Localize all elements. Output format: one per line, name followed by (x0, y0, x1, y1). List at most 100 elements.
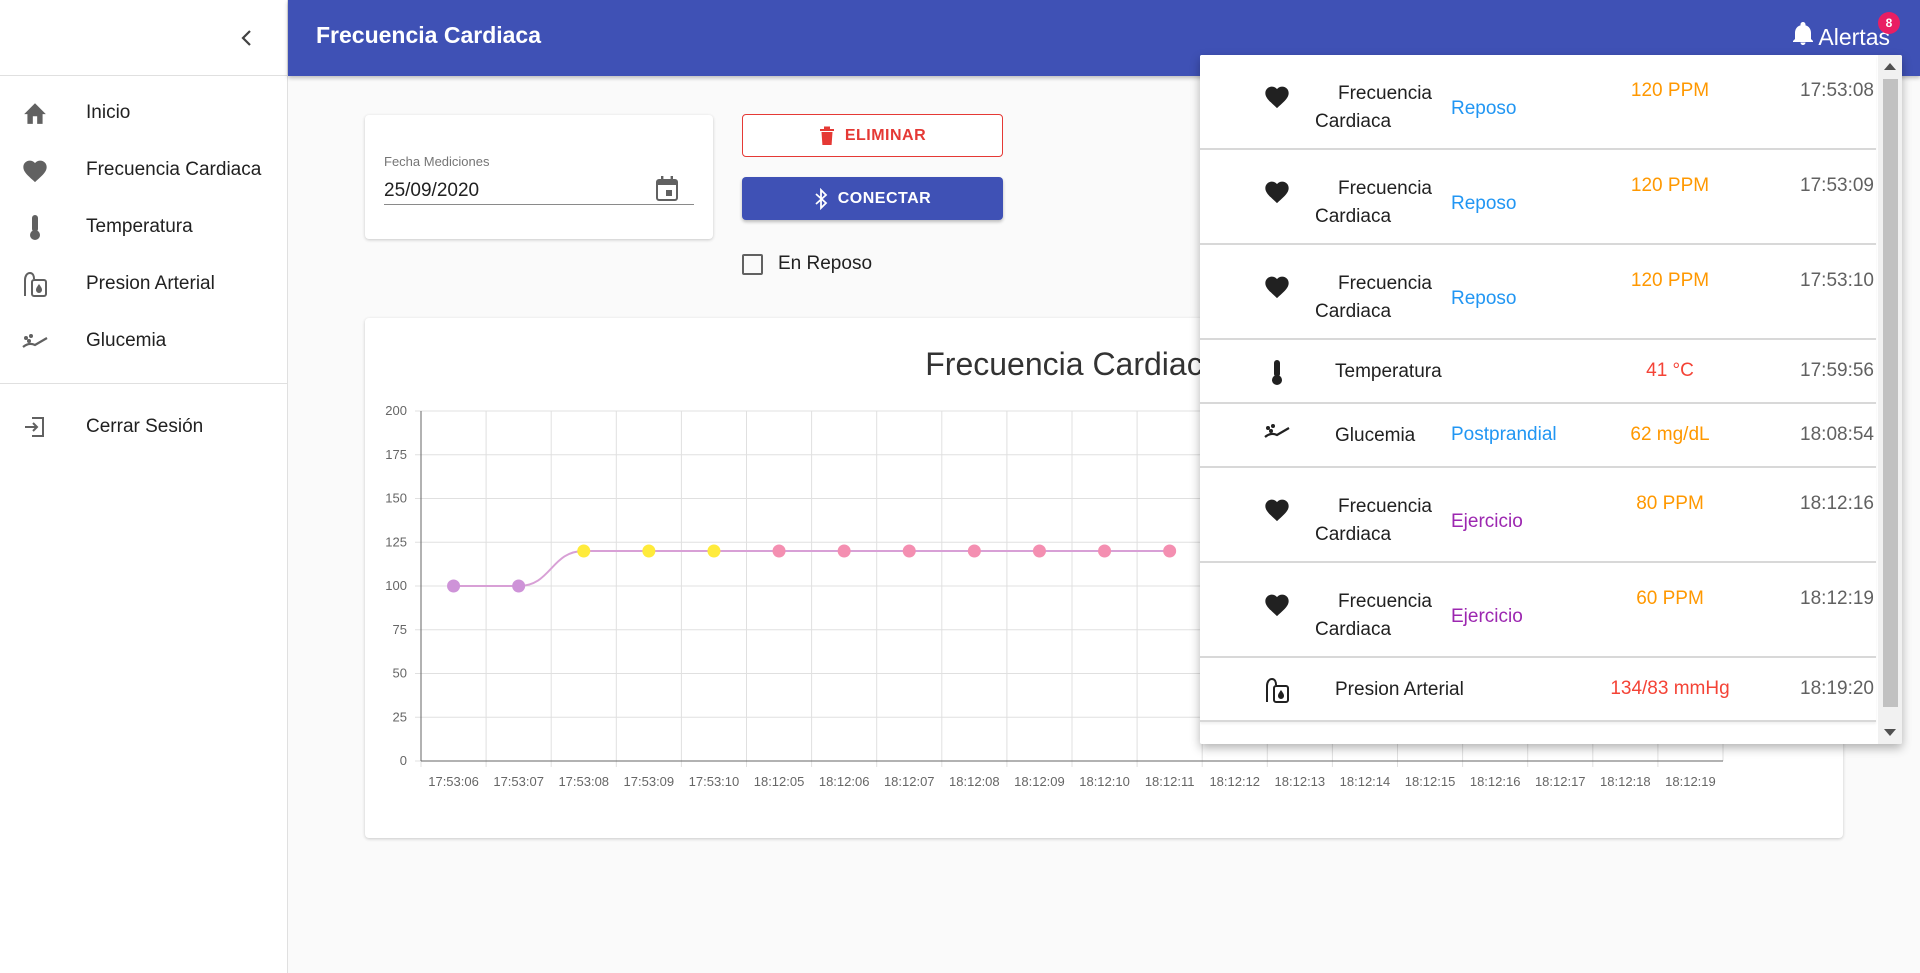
alert-item[interactable]: Frecuencia Cardiaca Ejercicio 60 PPM 18:12:1… (1200, 563, 1876, 658)
rest-checkbox[interactable] (742, 253, 763, 275)
alert-value: 134/83 mmHg (1610, 678, 1730, 699)
alert-type-line: Frecuencia (1338, 496, 1432, 517)
thermometer-icon (18, 213, 52, 241)
glucose-icon (1262, 422, 1292, 440)
alerts-scrollbar[interactable] (1878, 55, 1902, 744)
alert-type-line: Cardiaca (1315, 111, 1392, 132)
y-tick-label: 0 (400, 753, 407, 768)
scroll-thumb[interactable] (1883, 79, 1898, 707)
sidebar-item-inicio[interactable]: Inicio (0, 84, 287, 141)
data-point (967, 544, 981, 558)
data-point (1098, 544, 1112, 558)
sidebar-nav: Inicio Frecuencia Cardiaca Temperatura P… (0, 76, 287, 455)
sidebar-item-label: Cerrar Sesión (86, 415, 204, 437)
collapse-sidebar-button[interactable] (231, 22, 263, 54)
alert-type-line: Cardiaca (1315, 206, 1392, 227)
x-tick-label: 18:12:15 (1405, 774, 1456, 789)
heart-icon (18, 157, 52, 183)
logout-icon (18, 415, 52, 439)
rest-checkbox-label: En Reposo (778, 253, 873, 274)
trash-icon (819, 126, 834, 145)
alert-value: 41 °C (1646, 360, 1694, 381)
alert-condition: Reposo (1451, 288, 1517, 309)
y-tick-label: 100 (385, 578, 407, 593)
y-tick-label: 50 (393, 666, 407, 681)
sidebar-item-label: Temperatura (86, 215, 193, 237)
bluetooth-icon (815, 187, 828, 210)
connect-button[interactable]: CONECTAR (742, 177, 1003, 220)
data-point (512, 579, 526, 593)
data-point (837, 544, 851, 558)
alert-time: 17:53:08 (1800, 80, 1874, 101)
alert-type: Temperatura (1335, 361, 1442, 382)
home-icon (18, 101, 52, 125)
alert-item[interactable]: Frecuencia Cardiaca Reposo 120 PPM 17:53:09 (1200, 150, 1876, 245)
scroll-up-arrow[interactable] (1884, 63, 1896, 70)
alert-type: Presion Arterial (1335, 679, 1464, 700)
alert-value: 60 PPM (1636, 588, 1704, 609)
x-tick-label: 18:12:13 (1275, 774, 1326, 789)
blood-pressure-icon (18, 270, 52, 298)
data-point (772, 544, 786, 558)
alert-time: 17:59:56 (1800, 360, 1874, 381)
alert-time: 18:08:54 (1800, 424, 1874, 445)
x-tick-label: 17:53:06 (428, 774, 479, 789)
alert-condition: Postprandial (1451, 424, 1557, 445)
sidebar: Inicio Frecuencia Cardiaca Temperatura P… (0, 0, 288, 973)
y-tick-label: 25 (393, 709, 407, 724)
delete-button[interactable]: ELIMINAR (742, 114, 1003, 157)
alert-value: 120 PPM (1630, 270, 1710, 291)
sidebar-item-label: Glucemia (86, 329, 167, 351)
data-point (1163, 544, 1177, 558)
heart-icon (1262, 591, 1292, 617)
alerts-panel: Frecuencia Cardiaca Reposo 120 PPM 17:53:08 F… (1200, 55, 1902, 744)
sidebar-item-temperatura[interactable]: Temperatura (0, 198, 287, 255)
sidebar-item-cerrar-sesion[interactable]: Cerrar Sesión (0, 398, 287, 455)
date-field[interactable]: 25/09/2020 (384, 176, 694, 205)
data-point (707, 544, 721, 558)
alert-item[interactable]: Glucemia Postprandial 62 mg/dL 18:08:54 (1200, 404, 1876, 468)
date-field-value: 25/09/2020 (384, 179, 480, 201)
sidebar-item-frecuencia-cardiaca[interactable]: Frecuencia Cardiaca (0, 141, 287, 198)
x-tick-label: 18:12:12 (1209, 774, 1260, 789)
alert-item[interactable]: Temperatura 41 °C 17:59:56 (1200, 340, 1876, 404)
alert-time: 17:53:10 (1800, 270, 1874, 291)
x-tick-label: 18:12:05 (754, 774, 805, 789)
alert-item[interactable]: Frecuencia Cardiaca Ejercicio 80 PPM 18:12:1… (1200, 468, 1876, 563)
alert-condition: Ejercicio (1451, 606, 1523, 627)
alert-time: 17:53:09 (1800, 175, 1874, 196)
glucose-icon (18, 332, 52, 350)
sidebar-item-glucemia[interactable]: Glucemia (0, 312, 287, 369)
sidebar-item-label: Presion Arterial (86, 272, 215, 294)
alert-item[interactable]: Frecuencia Cardiaca Reposo 120 PPM 17:53:08 (1200, 55, 1876, 150)
rest-checkbox-group[interactable]: En Reposo (742, 253, 872, 275)
alert-item[interactable]: Frecuencia Cardiaca Reposo 120 PPM 17:53:10 (1200, 245, 1876, 340)
sidebar-item-presion-arterial[interactable]: Presion Arterial (0, 255, 287, 312)
data-point (577, 544, 591, 558)
alert-value: 120 PPM (1630, 80, 1710, 101)
y-tick-label: 175 (385, 447, 407, 462)
bell-icon (1792, 22, 1814, 52)
alert-condition: Reposo (1451, 193, 1517, 214)
data-point (642, 544, 656, 558)
blood-pressure-icon (1262, 676, 1292, 704)
alert-type-line: Cardiaca (1315, 301, 1392, 322)
alert-type-line: Frecuencia (1338, 591, 1432, 612)
alert-time: 18:12:19 (1800, 588, 1874, 609)
sidebar-header (0, 0, 287, 76)
heart-icon (1262, 178, 1292, 204)
date-field-label: Fecha Mediciones (384, 154, 490, 169)
alert-type-line: Frecuencia (1338, 178, 1432, 199)
alert-type: Frecuencia Cardiaca (1315, 175, 1455, 231)
alert-time: 18:19:20 (1800, 678, 1874, 699)
alert-type: Frecuencia Cardiaca (1315, 493, 1455, 549)
alert-condition: Reposo (1451, 98, 1517, 119)
calendar-icon[interactable] (654, 175, 680, 209)
x-tick-label: 18:12:19 (1665, 774, 1716, 789)
alert-item[interactable]: Presion Arterial 134/83 mmHg 18:19:20 (1200, 658, 1876, 722)
scroll-down-arrow[interactable] (1884, 729, 1896, 736)
alerts-button[interactable]: Alertas 8 (1792, 12, 1900, 52)
sidebar-item-label: Frecuencia Cardiaca (86, 158, 262, 180)
y-tick-label: 75 (393, 622, 407, 637)
alert-time: 18:12:16 (1800, 493, 1874, 514)
